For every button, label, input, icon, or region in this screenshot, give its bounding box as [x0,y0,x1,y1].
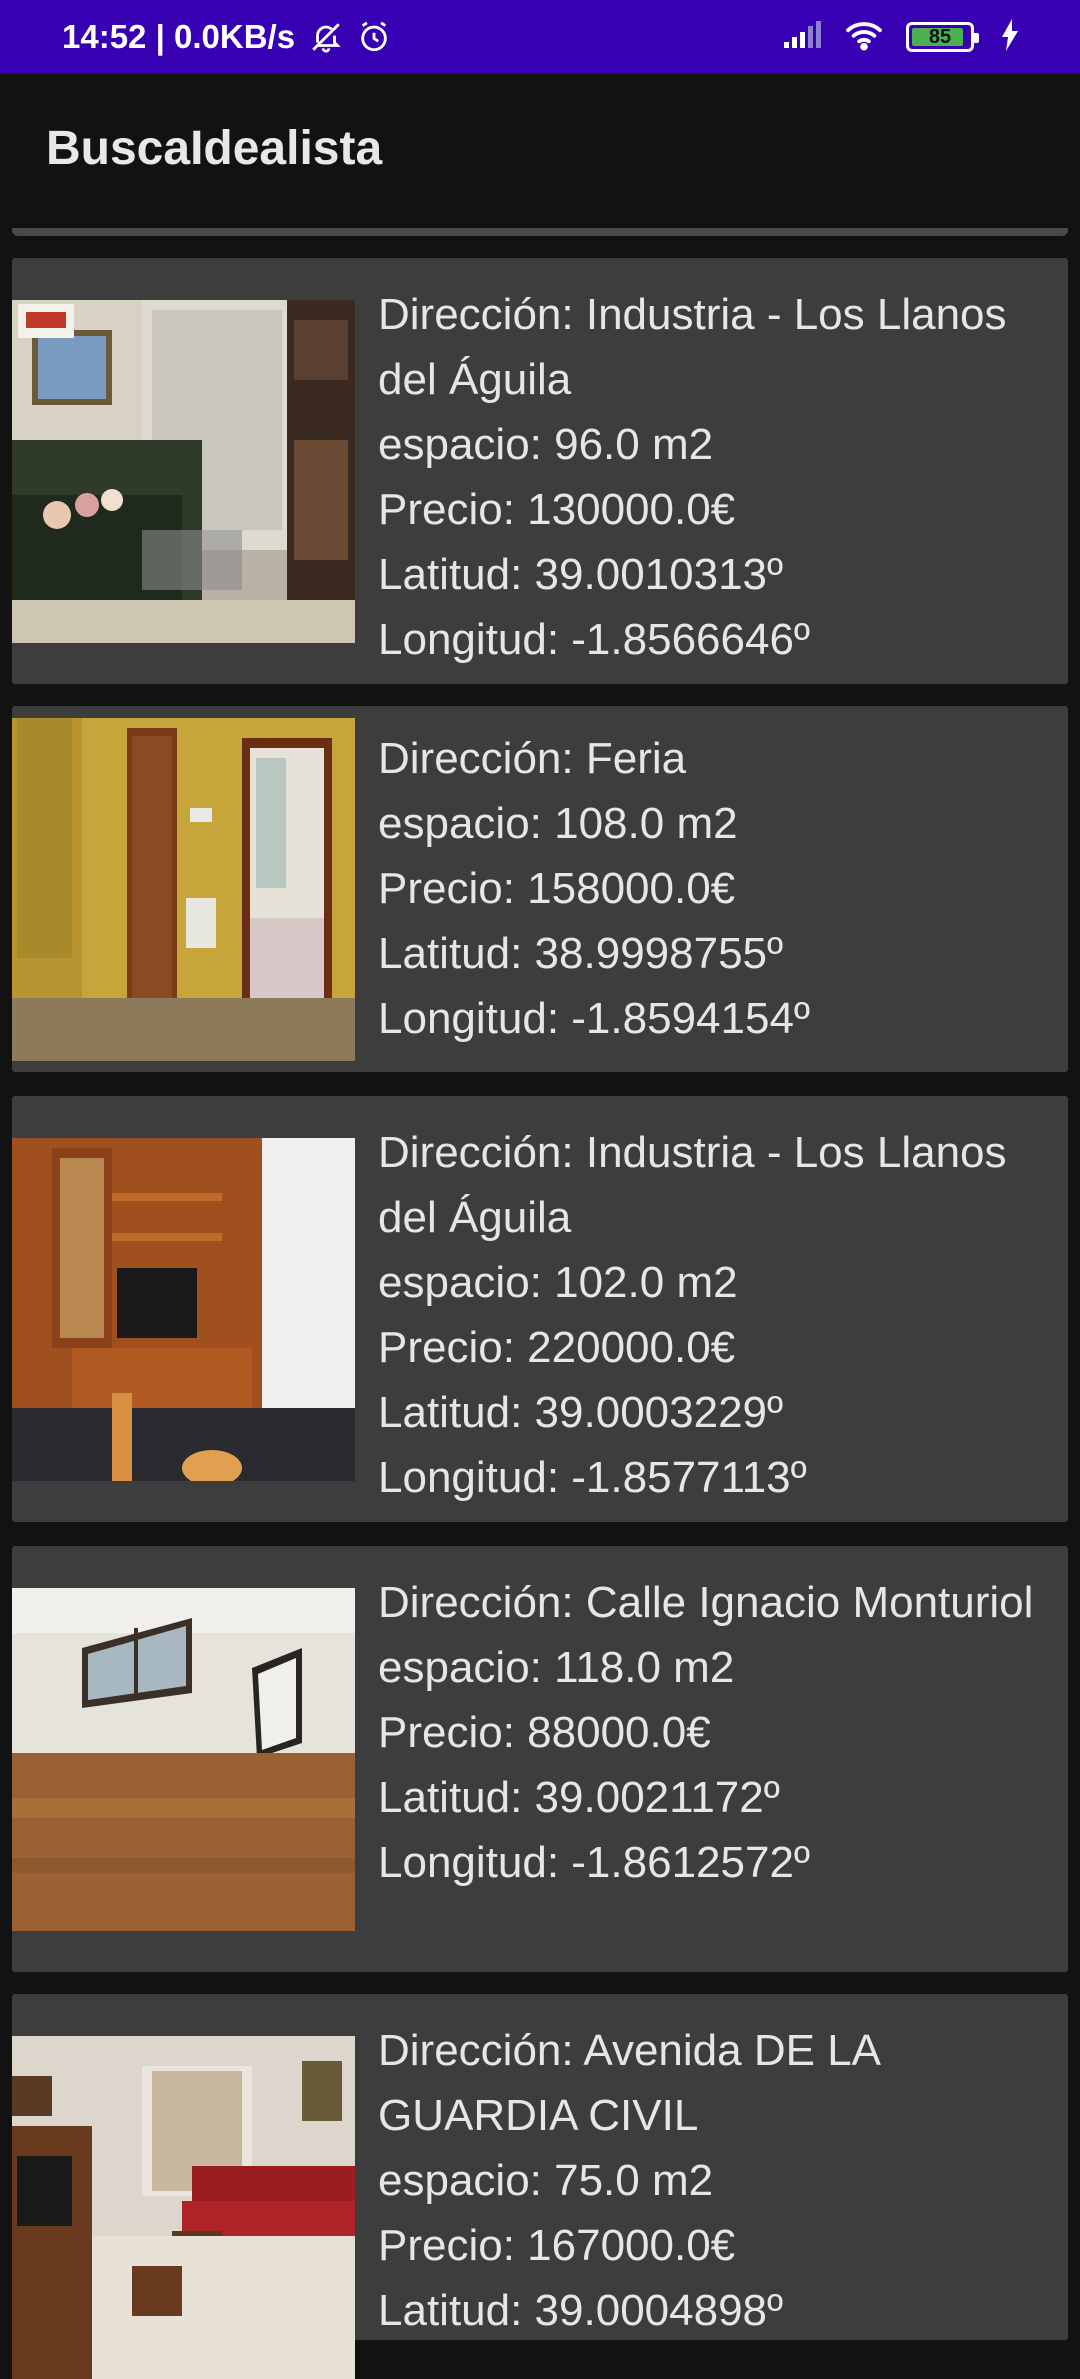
charging-icon [1000,18,1020,56]
listing-area: espacio: 108.0 m2 [378,799,738,848]
listing-price: Precio: 158000.0€ [378,864,736,913]
listing-area: espacio: 96.0 m2 [378,420,714,469]
signal-icon [782,20,822,55]
listing-info: Dirección: Industria - Los Llanos del Ág… [378,1120,1044,1510]
listing-price: Precio: 167000.0€ [378,2221,736,2270]
listing-address: Dirección: Avenida DE LA GUARDIA CIVIL [378,2026,879,2140]
listing-card[interactable]: Dirección: Avenida DE LA GUARDIA CIVIL e… [12,1994,1068,2379]
listing-area: espacio: 75.0 m2 [378,2156,714,2205]
battery-level: 85 [928,25,952,48]
listing-price: Precio: 88000.0€ [378,1708,711,1757]
listing-photo [12,1588,355,1931]
listing-latitude: Latitud: 39.0010313º [378,550,784,599]
listing-longitude: Longitud: -1.8577113º [378,1453,807,1502]
listing-address: Dirección: Feria [378,734,687,783]
listing-photo [12,2036,355,2379]
listing-address: Dirección: Industria - Los Llanos del Ág… [378,290,1007,404]
listing-card[interactable]: Dirección: Feria espacio: 108.0 m2 Preci… [12,706,1068,1072]
battery-icon: 85 [906,22,979,52]
wifi-icon [844,19,884,56]
listing-price: Precio: 130000.0€ [378,485,736,534]
network-speed: 0.0KB/s [173,18,296,55]
listing-card[interactable]: Dirección: Calle Ignacio Monturiol espac… [12,1546,1068,1972]
listing-photo [12,300,355,643]
listing-info: Dirección: Calle Ignacio Monturiol espac… [378,1570,1044,1895]
listing-latitude: Latitud: 38.9998755º [378,929,784,978]
listing-longitude: Longitud: -1.8566646º [378,615,810,664]
listing-latitude: Latitud: 39.0021172º [378,1773,780,1822]
previous-card-edge [12,228,1068,236]
status-bar: 14:52 | 0.0KB/s 85 [0,0,1080,74]
listing-card[interactable]: Dirección: Industria - Los Llanos del Ág… [12,1096,1068,1522]
listing-longitude: Longitud: -1.8612572º [378,1838,810,1887]
status-left: 14:52 | 0.0KB/s [62,18,391,56]
listing-photo [12,1138,355,1481]
listing-price: Precio: 220000.0€ [378,1323,736,1372]
listing-photo [12,718,355,1061]
listing-longitude: Longitud: -1.8594154º [378,994,810,1043]
listing-card[interactable]: Dirección: Industria - Los Llanos del Ág… [12,258,1068,684]
alarm-icon [357,20,391,54]
listing-area: espacio: 118.0 m2 [378,1643,735,1692]
listing-latitude: Latitud: 39.0004898º [378,2286,784,2335]
listing-address: Dirección: Calle Ignacio Monturiol [378,1578,1034,1627]
status-right: 85 [782,18,1020,56]
listing-latitude: Latitud: 39.0003229º [378,1388,784,1437]
listing-info: Dirección: Avenida DE LA GUARDIA CIVIL e… [378,2018,1044,2343]
status-time: 14:52 [62,18,147,55]
listing-info: Dirección: Feria espacio: 108.0 m2 Preci… [378,726,1044,1051]
listing-address: Dirección: Industria - Los Llanos del Ág… [378,1128,1007,1242]
listing-info: Dirección: Industria - Los Llanos del Ág… [378,282,1044,672]
mute-icon [309,20,343,54]
app-title: BuscaIdealista [46,121,383,175]
listing-area: espacio: 102.0 m2 [378,1258,738,1307]
app-bar: BuscaIdealista [0,74,1080,234]
